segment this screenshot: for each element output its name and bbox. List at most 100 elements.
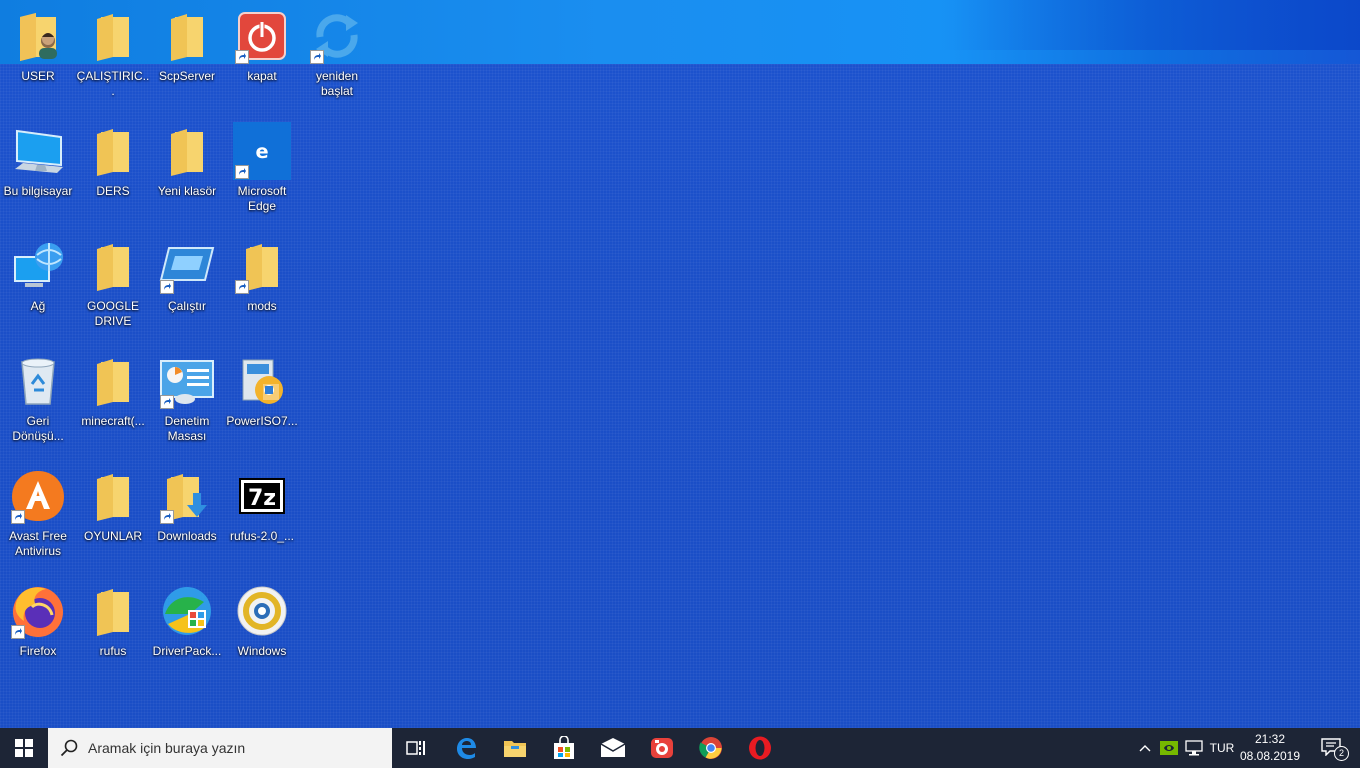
desktop-icon-label: mods	[247, 299, 277, 313]
shortcut-arrow-icon	[160, 280, 174, 294]
shortcut-arrow-icon	[160, 510, 174, 524]
desktop-icon-kapat[interactable]: kapat	[225, 8, 299, 120]
desktop-icon-downloads[interactable]: Downloads	[150, 468, 224, 580]
taskbar-mail[interactable]	[589, 728, 637, 768]
chrome-icon	[699, 737, 722, 759]
desktop-icon-poweriso[interactable]: PowerISO7...	[225, 353, 299, 465]
desktop-icon-label: DriverPack...	[152, 644, 222, 658]
power-icon	[233, 8, 291, 64]
desktop-icon-avast[interactable]: Avast Free Antivirus	[1, 468, 75, 580]
restart-icon	[308, 8, 366, 64]
tray-network[interactable]	[1183, 728, 1205, 768]
folder-icon	[84, 8, 142, 64]
desktop-icon-label: Microsoft Edge	[237, 184, 287, 213]
search-box[interactable]: Aramak için buraya yazın	[48, 728, 392, 768]
desktop-icon-label: Avast Free Antivirus	[9, 529, 67, 558]
desktop-icon-windows-disc[interactable]: Windows	[225, 583, 299, 695]
folder-icon	[158, 123, 216, 179]
chevron-up-icon	[1139, 745, 1151, 752]
task-view-button[interactable]	[392, 728, 440, 768]
edge-icon: e	[233, 122, 291, 180]
control-panel-icon	[158, 353, 216, 409]
folder-icon	[158, 8, 216, 64]
desktop-icon-label: minecraft(...	[81, 414, 145, 428]
desktop-icon-folder-calistirici[interactable]: ÇALIŞTIRIC...	[76, 8, 150, 120]
desktop-icon-user[interactable]: USER	[1, 8, 75, 120]
clock-date: 08.08.2019	[1239, 749, 1301, 763]
desktop-icon-this-pc[interactable]: Bu bilgisayar	[1, 123, 75, 235]
folder-icon	[84, 123, 142, 179]
desktop-icon-folder-minecraft[interactable]: minecraft(...	[76, 353, 150, 465]
desktop-icon-label: yeniden başlat	[315, 69, 359, 98]
desktop-icon-folder-scpserver[interactable]: ScpServer	[150, 8, 224, 120]
desktop-icon-driverpack[interactable]: DriverPack...	[150, 583, 224, 695]
taskbar-opera[interactable]	[736, 728, 784, 768]
folder-icon	[84, 353, 142, 409]
desktop-icon-folder-ders[interactable]: DERS	[76, 123, 150, 235]
svg-text:7z: 7z	[248, 486, 276, 511]
desktop-icon-label: Downloads	[157, 529, 217, 543]
folder-icon	[84, 468, 142, 524]
desktop-icon-folder-mods[interactable]: mods	[225, 238, 299, 350]
desktop-icon-label: Ağ	[30, 299, 46, 313]
desktop-icon-label: Çalıştır	[167, 299, 206, 313]
desktop-icon-7z-archive[interactable]: 7z rufus-2.0_...	[225, 468, 299, 580]
tray-show-hidden[interactable]	[1136, 728, 1154, 768]
avast-icon	[9, 468, 67, 524]
desktop-icon-label: OYUNLAR	[83, 529, 142, 543]
desktop-icon-folder-oyunlar[interactable]: OYUNLAR	[76, 468, 150, 580]
desktop-icon-label: kapat	[247, 69, 277, 83]
driverpack-icon	[158, 583, 216, 639]
search-icon	[60, 739, 78, 757]
disc-icon	[233, 583, 291, 639]
shortcut-arrow-icon	[11, 510, 25, 524]
start-button[interactable]	[0, 728, 48, 768]
taskbar-chrome[interactable]	[687, 728, 735, 768]
desktop[interactable]: USER Bu bilgisayar Ağ Geri Dönüşü... Ava…	[0, 0, 1360, 728]
desktop-icon-label: ÇALIŞTIRIC...	[76, 69, 150, 98]
network-icon	[9, 238, 67, 294]
task-view-icon	[406, 741, 425, 755]
search-placeholder: Aramak için buraya yazın	[88, 740, 246, 756]
desktop-icon-label: Bu bilgisayar	[3, 184, 73, 198]
firefox-icon	[9, 583, 67, 639]
desktop-icon-label: Geri Dönüşü...	[12, 414, 64, 443]
desktop-icon-run[interactable]: Çalıştır	[150, 238, 224, 350]
tray-language[interactable]: TUR	[1206, 728, 1238, 768]
tray-clock[interactable]: 21:32 08.08.2019	[1238, 731, 1302, 765]
desktop-icon-network[interactable]: Ağ	[1, 238, 75, 350]
recycle-bin-icon	[9, 353, 67, 409]
folder-icon	[84, 583, 142, 639]
desktop-icon-edge[interactable]: e Microsoft Edge	[225, 122, 299, 235]
shortcut-arrow-icon	[310, 50, 324, 64]
desktop-icon-label: Denetim Masası	[164, 414, 210, 443]
store-icon	[554, 736, 574, 759]
taskbar-store[interactable]	[540, 728, 588, 768]
desktop-icon-recycle-bin[interactable]: Geri Dönüşü...	[1, 353, 75, 465]
taskbar-file-explorer[interactable]	[491, 728, 539, 768]
desktop-icon-firefox[interactable]: Firefox	[1, 583, 75, 695]
poweriso-icon	[233, 353, 291, 409]
folder-icon	[233, 238, 291, 294]
7z-archive-icon: 7z	[233, 468, 291, 524]
desktop-icon-label: USER	[21, 69, 55, 83]
desktop-icon-folder-google-drive[interactable]: GOOGLE DRIVE	[76, 238, 150, 350]
desktop-icon-label: Windows	[237, 644, 287, 658]
desktop-icon-control-panel[interactable]: Denetim Masası	[150, 353, 224, 465]
desktop-icon-label: GOOGLE DRIVE	[86, 299, 139, 328]
desktop-icon-label: PowerISO7...	[226, 414, 298, 428]
taskbar-edge[interactable]	[442, 728, 490, 768]
action-center-button[interactable]: 2	[1312, 728, 1352, 768]
taskbar-red-app[interactable]	[638, 728, 686, 768]
notification-count-badge: 2	[1334, 746, 1349, 761]
desktop-icon-yeniden-baslat[interactable]: yeniden başlat	[300, 8, 374, 120]
tray-nvidia[interactable]	[1158, 728, 1180, 768]
downloads-folder-icon	[158, 468, 216, 524]
windows-logo-icon	[15, 739, 33, 757]
edge-icon	[457, 738, 476, 759]
desktop-icon-label: rufus	[99, 644, 127, 658]
notification-icon: 2	[1321, 738, 1349, 761]
desktop-icon-label: ScpServer	[158, 69, 216, 83]
desktop-icon-folder-yeni-klasor[interactable]: Yeni klasör	[150, 123, 224, 235]
desktop-icon-folder-rufus[interactable]: rufus	[76, 583, 150, 695]
